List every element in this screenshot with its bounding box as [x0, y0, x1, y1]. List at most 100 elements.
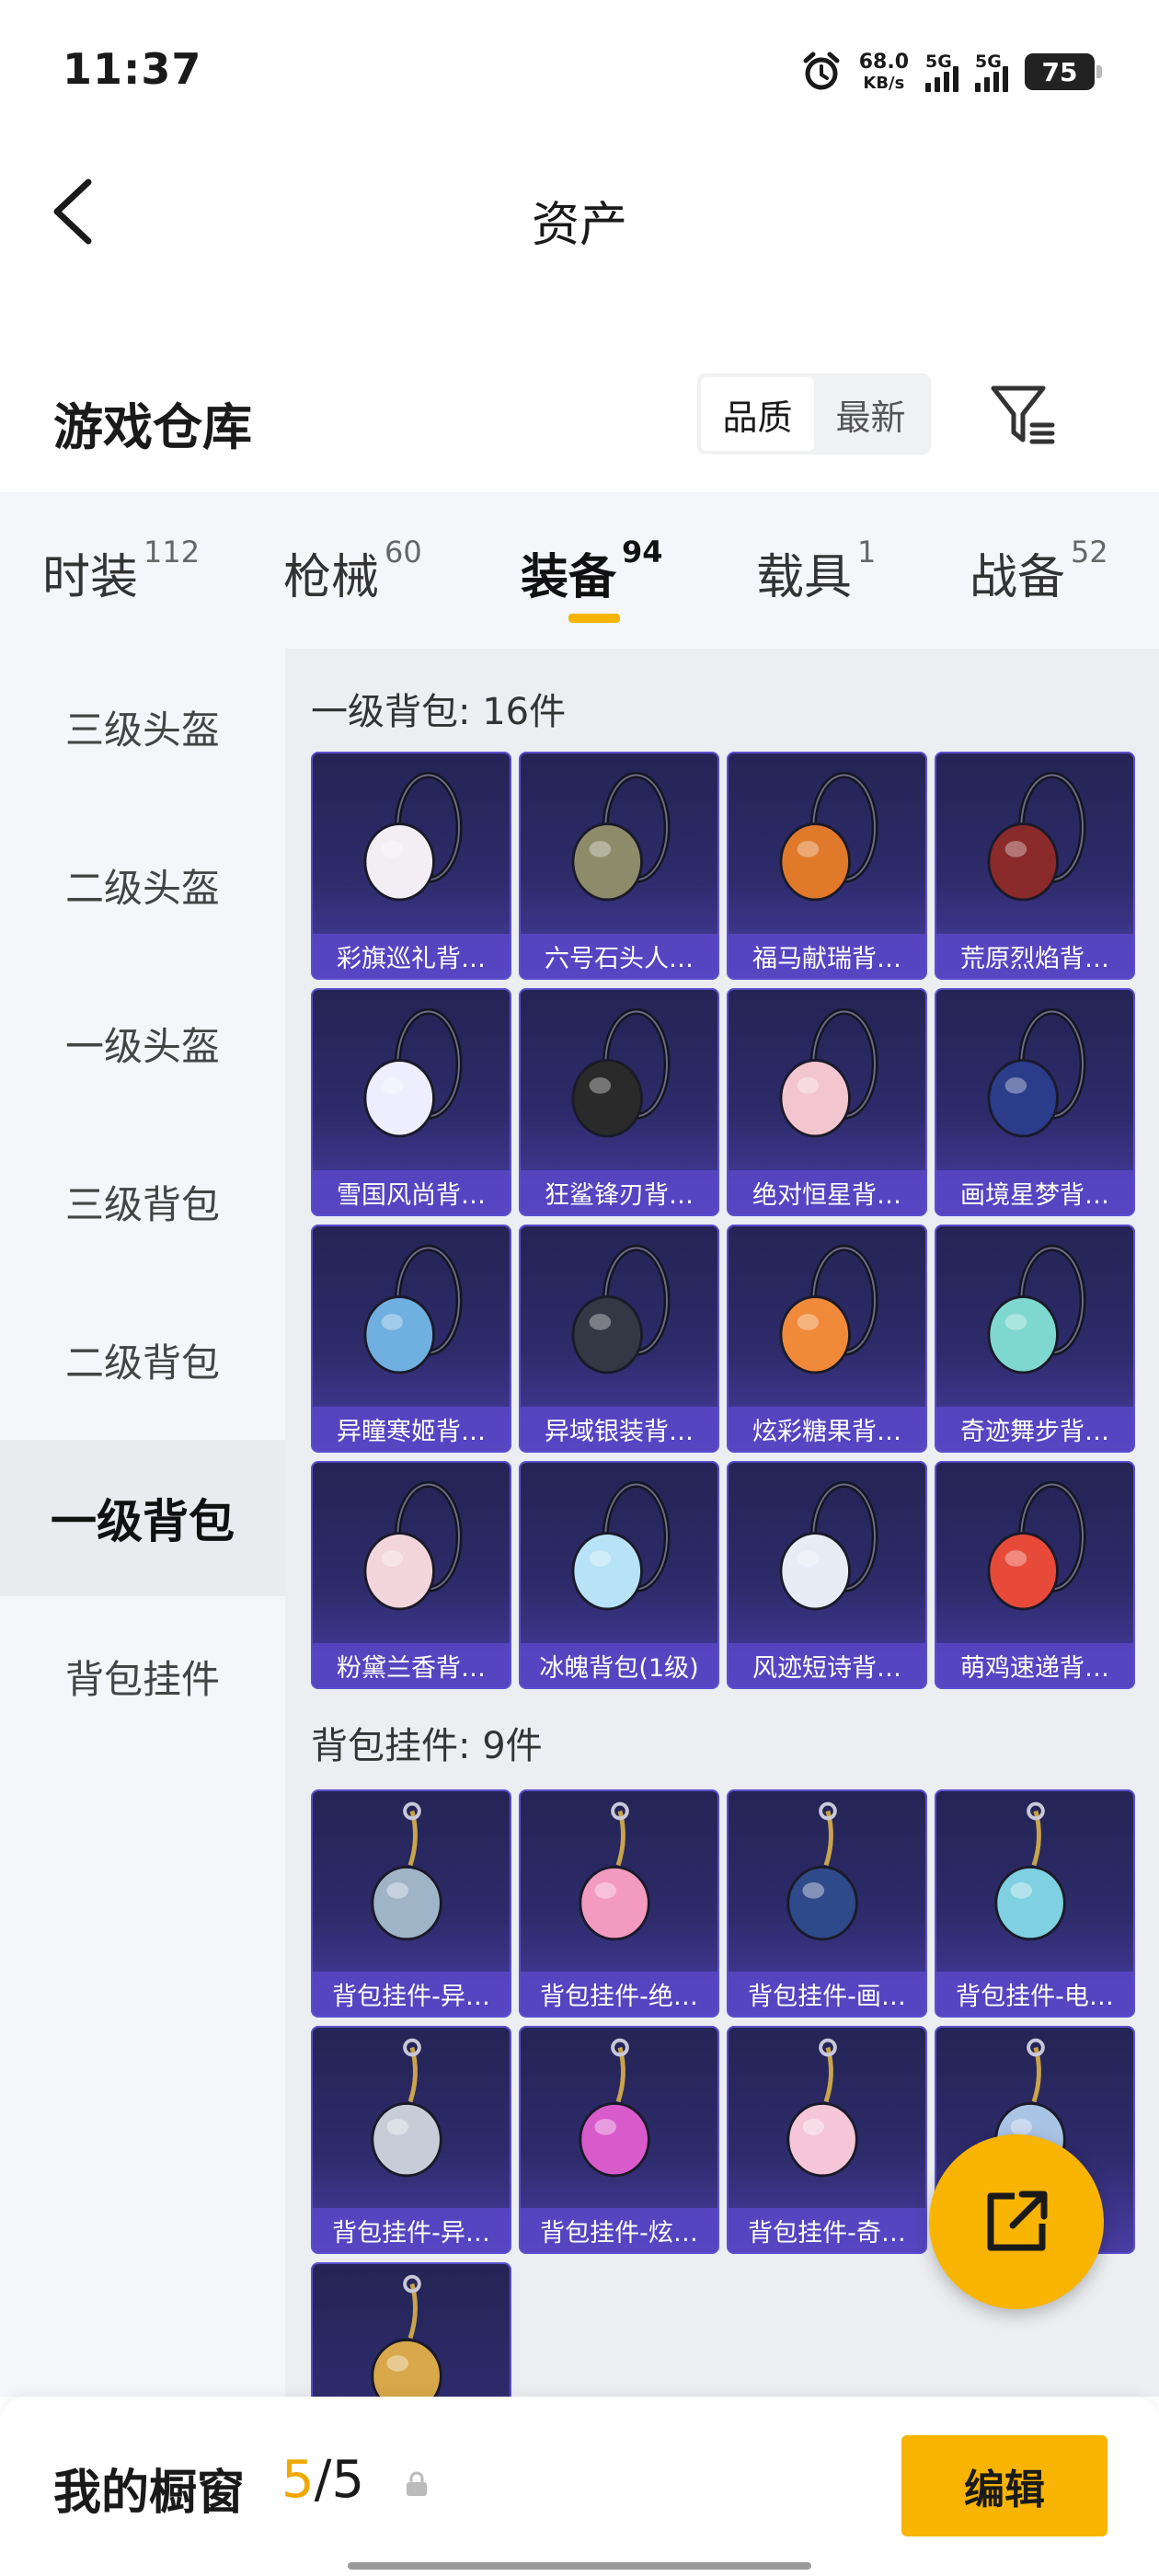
share-button[interactable] — [929, 2134, 1104, 2309]
item-name: 背包挂件-绝… — [521, 1972, 717, 2016]
charm-card[interactable]: 背包挂件-奇… — [727, 2026, 927, 2254]
filter-button[interactable] — [986, 379, 1060, 453]
group-title: 一级背包: 16件 — [311, 691, 567, 733]
backpack-card[interactable]: 冰魄背包(1级) — [519, 1461, 719, 1689]
status-time: 11:37 — [63, 44, 202, 94]
item-name: 萌鸡速递背… — [936, 1643, 1133, 1687]
item-name: 雪国风尚背… — [313, 1170, 510, 1214]
tab-count: 60 — [384, 535, 422, 569]
tab-vehicles[interactable]: 载具 1 — [756, 535, 876, 607]
item-image — [371, 2274, 442, 2397]
alarm-icon — [803, 52, 840, 90]
showcase-bar: 我的橱窗 5/5 编辑 — [0, 2397, 1159, 2576]
backpack-card[interactable]: 彩旗巡礼背… — [311, 752, 511, 980]
item-image — [987, 1008, 1086, 1138]
charm-card[interactable]: 背包挂件-电… — [935, 1789, 1135, 2018]
showcase-count-total: /5 — [314, 2450, 365, 2510]
item-name: 彩旗巡礼背… — [313, 934, 510, 978]
item-image — [363, 1008, 463, 1138]
status-icons: 68.0 KB/s 5G 5G 75 — [800, 46, 1102, 98]
group-title: 背包挂件: 9件 — [311, 1725, 543, 1767]
backpack-card[interactable]: 画境星梦背… — [935, 988, 1135, 1216]
showcase-count: 5/5 — [281, 2450, 364, 2510]
item-name: 奇迹舞步背… — [936, 1407, 1133, 1451]
item-name: 绝对恒星背… — [729, 1170, 925, 1214]
item-image — [987, 1481, 1086, 1611]
sidebar-item-level1-helmet[interactable]: 一级头盔 — [0, 965, 285, 1121]
item-image — [371, 2038, 442, 2178]
tab-fashion[interactable]: 时装 112 — [42, 535, 201, 607]
sidebar-item-backpack-charm[interactable]: 背包挂件 — [0, 1598, 285, 1754]
item-name: 荒原烈焰背… — [936, 934, 1133, 978]
sidebar-item-level2-backpack[interactable]: 二级背包 — [0, 1282, 285, 1438]
backpack-card[interactable]: 狂鲨锋刃背… — [519, 988, 719, 1216]
charm-card[interactable]: 背包挂件-炫… — [519, 2026, 719, 2254]
edit-button[interactable]: 编辑 — [901, 2435, 1107, 2536]
sidebar-item-level1-backpack[interactable]: 一级背包 — [0, 1440, 285, 1596]
tab-label: 战备 — [970, 550, 1066, 605]
item-image — [779, 1008, 878, 1138]
backpack-card[interactable]: 异域银装背… — [519, 1225, 719, 1453]
backpack-card[interactable]: 异瞳寒姬背… — [311, 1225, 511, 1453]
item-image — [371, 1801, 442, 1941]
item-name: 六号石头人… — [521, 934, 717, 978]
item-image — [786, 1801, 858, 1941]
backpack-card[interactable]: 福马献瑞背… — [727, 752, 927, 980]
item-image — [363, 1481, 463, 1611]
sort-toggle: 品质 最新 — [697, 374, 931, 454]
item-name: 背包挂件-炫… — [521, 2208, 717, 2252]
sort-latest-button[interactable]: 最新 — [814, 377, 927, 451]
charm-card[interactable] — [311, 2262, 511, 2397]
item-name: 背包挂件-画… — [729, 1972, 925, 2016]
tab-firearms[interactable]: 枪械 60 — [283, 535, 422, 607]
backpack-card[interactable]: 雪国风尚背… — [311, 988, 511, 1216]
tab-equipment[interactable]: 装备 94 — [521, 535, 663, 623]
page-title: 资产 — [531, 198, 627, 253]
section-title: 游戏仓库 — [53, 398, 252, 456]
backpack-card[interactable]: 风迹短诗背… — [727, 1461, 927, 1689]
item-image — [571, 1245, 671, 1374]
tab-label: 时装 — [42, 550, 139, 605]
charm-card[interactable]: 背包挂件-异… — [311, 2026, 511, 2254]
showcase-count-current: 5 — [281, 2450, 315, 2510]
backpack-card[interactable]: 绝对恒星背… — [727, 988, 927, 1216]
battery-icon: 75 — [1025, 53, 1102, 90]
tab-count: 112 — [143, 535, 201, 569]
item-name: 粉黛兰香背… — [313, 1643, 510, 1687]
network-speed: 68.0 KB/s — [859, 52, 909, 92]
sidebar-item-level2-helmet[interactable]: 二级头盔 — [0, 807, 285, 963]
signal-icon: 5G — [925, 52, 958, 92]
home-indicator[interactable] — [348, 2562, 811, 2570]
backpack-card[interactable]: 炫彩糖果背… — [727, 1225, 927, 1453]
speed-unit: KB/s — [863, 73, 905, 93]
filter-icon — [991, 385, 1055, 444]
item-image — [363, 1245, 463, 1374]
sidebar-item-level3-helmet[interactable]: 三级头盔 — [0, 649, 285, 805]
sidebar: 三级头盔 二级头盔 一级头盔 三级背包 二级背包 一级背包 背包挂件 — [0, 649, 285, 2397]
backpack-card[interactable]: 萌鸡速递背… — [935, 1461, 1135, 1689]
backpack-card[interactable]: 奇迹舞步背… — [935, 1225, 1135, 1453]
backpack-card[interactable]: 荒原烈焰背… — [935, 752, 1135, 980]
item-image — [571, 1008, 671, 1138]
category-tabs: 时装 112 枪械 60 装备 94 载具 1 战备 52 — [0, 492, 1159, 649]
charm-card[interactable]: 背包挂件-绝… — [519, 1789, 719, 2018]
charm-card[interactable]: 背包挂件-画… — [727, 1789, 927, 2018]
network-type: 5G — [975, 52, 1002, 72]
item-image — [987, 1245, 1086, 1374]
tab-label: 载具 — [756, 550, 853, 605]
item-name: 狂鲨锋刃背… — [521, 1170, 717, 1214]
backpack-card[interactable]: 六号石头人… — [519, 752, 719, 980]
backpack-card[interactable]: 粉黛兰香背… — [311, 1461, 511, 1689]
tab-count: 94 — [622, 535, 663, 569]
tab-supplies[interactable]: 战备 52 — [970, 535, 1108, 607]
external-link-icon — [987, 2191, 1048, 2251]
charm-card[interactable]: 背包挂件-异… — [311, 1789, 511, 2018]
item-image — [571, 772, 671, 902]
item-image — [779, 772, 878, 902]
sidebar-item-level3-backpack[interactable]: 三级背包 — [0, 1123, 285, 1280]
sort-quality-button[interactable]: 品质 — [701, 377, 814, 451]
item-name: 背包挂件-异… — [313, 1972, 510, 2016]
nav-header: 资产 — [0, 138, 1159, 285]
warehouse-header: 游戏仓库 品质 最新 — [0, 359, 1159, 469]
item-name: 异域银装背… — [521, 1407, 717, 1451]
